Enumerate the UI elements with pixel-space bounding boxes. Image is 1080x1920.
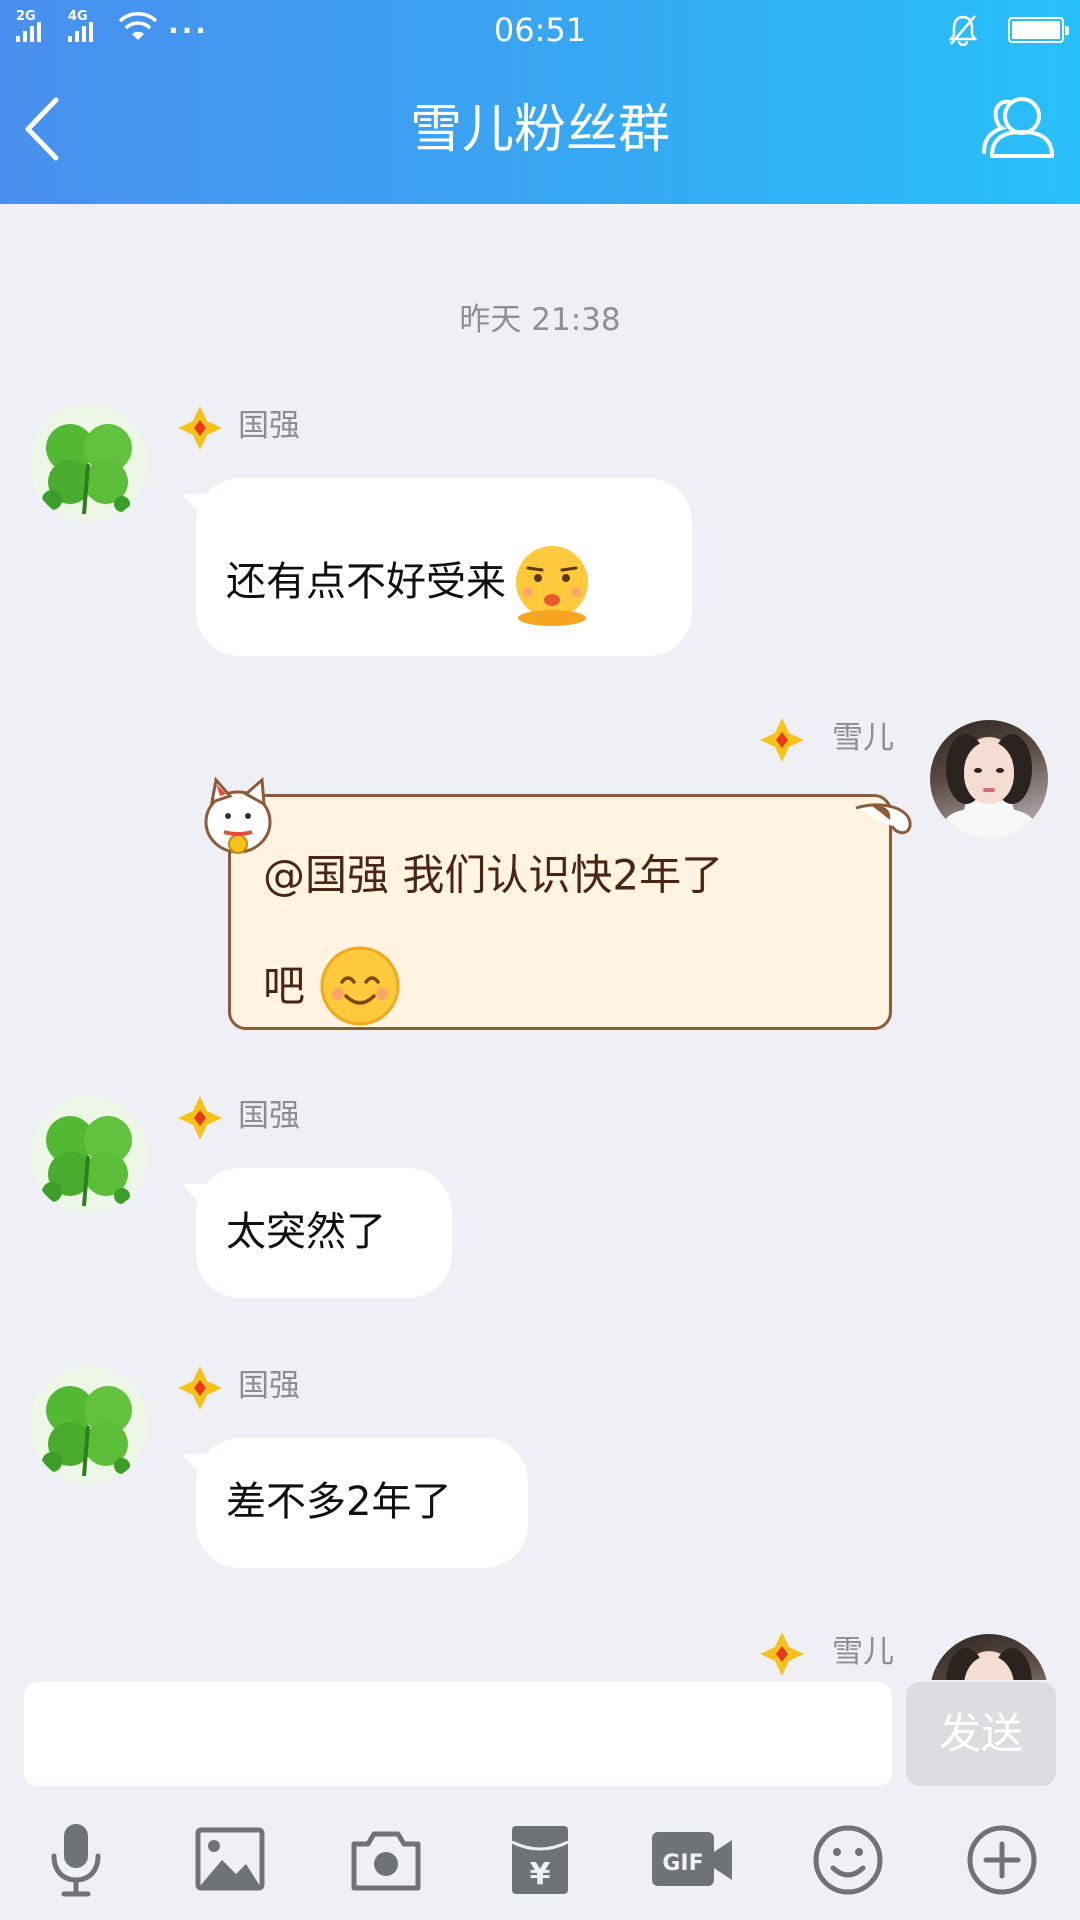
battery-icon	[1008, 17, 1069, 43]
sad-face-emoji	[516, 546, 588, 626]
sender-name: 国强	[238, 408, 300, 444]
send-button[interactable]: 发送	[906, 1682, 1056, 1786]
clover-avatar-image	[42, 424, 132, 515]
bubble-tail	[182, 1454, 212, 1480]
avatar[interactable]	[30, 1096, 148, 1214]
red-packet-icon[interactable]: ¥	[500, 1822, 580, 1898]
message-text-block: @国强 我们认识快2年了 吧	[263, 819, 863, 1040]
member-badge-icon	[178, 1096, 222, 1140]
sender-name: 雪儿	[832, 720, 894, 756]
status-right	[948, 14, 1069, 46]
message-text-line: 吧	[263, 961, 306, 1010]
member-badge-icon	[178, 406, 222, 450]
gif-label: GIF	[662, 1851, 703, 1876]
message-input-bar: 发送	[0, 1680, 1080, 1786]
avatar[interactable]	[30, 1366, 148, 1484]
message-text: 还有点不好受来	[226, 559, 506, 605]
chat-area[interactable]: 昨天 21:38 国强 还有点不好受来 雪儿 @国强 我们认识快2年了 吧 国强…	[0, 204, 1080, 1680]
sender-name: 国强	[238, 1098, 300, 1134]
plus-icon[interactable]	[962, 1822, 1042, 1898]
message-text-line: @国强 我们认识快2年了	[263, 850, 724, 900]
member-badge-icon	[178, 1366, 222, 1410]
yuan-label: ¥	[530, 1857, 551, 1892]
message-bubble[interactable]: 还有点不好受来	[182, 478, 692, 656]
cat-message-bubble[interactable]: @国强 我们认识快2年了 吧	[228, 794, 892, 1030]
member-badge-icon	[760, 718, 804, 762]
member-badge-icon	[760, 1632, 804, 1676]
mute-bell-icon	[948, 15, 978, 46]
message-input[interactable]	[24, 1682, 892, 1786]
bubble-tail	[182, 1184, 212, 1210]
input-toolbar: ¥ GIF	[0, 1800, 1080, 1920]
message-text: 太突然了	[226, 1209, 386, 1255]
emoji-icon[interactable]	[808, 1822, 888, 1898]
status-bar: 2G 4G ··· 06:51	[0, 0, 1080, 60]
avatar[interactable]	[30, 404, 148, 522]
microphone-icon[interactable]	[36, 1822, 116, 1898]
chat-timestamp: 昨天 21:38	[459, 302, 621, 338]
sender-name: 雪儿	[832, 1634, 894, 1670]
clover-avatar-image	[42, 1116, 132, 1207]
cat-tail-icon	[855, 803, 912, 835]
clover-avatar-image	[42, 1386, 132, 1477]
avatar[interactable]	[930, 1634, 1048, 1680]
message-bubble[interactable]: 太突然了	[182, 1168, 452, 1298]
group-members-icon[interactable]	[980, 92, 1056, 162]
gif-icon[interactable]: GIF	[650, 1822, 734, 1898]
page-title: 雪儿粉丝群	[409, 100, 670, 160]
smile-emoji	[320, 946, 400, 1026]
message-bubble[interactable]: 差不多2年了	[182, 1438, 528, 1568]
bubble-tail	[182, 494, 212, 520]
header-bar: 2G 4G ··· 06:51 雪儿粉丝群	[0, 0, 1080, 204]
camera-icon[interactable]	[346, 1822, 426, 1898]
lucky-cat-icon	[204, 776, 272, 854]
message-text: 差不多2年了	[226, 1479, 452, 1525]
image-icon[interactable]	[190, 1822, 270, 1898]
status-time: 06:51	[493, 11, 587, 49]
avatar[interactable]	[930, 720, 1048, 838]
sender-name: 国强	[238, 1368, 300, 1404]
